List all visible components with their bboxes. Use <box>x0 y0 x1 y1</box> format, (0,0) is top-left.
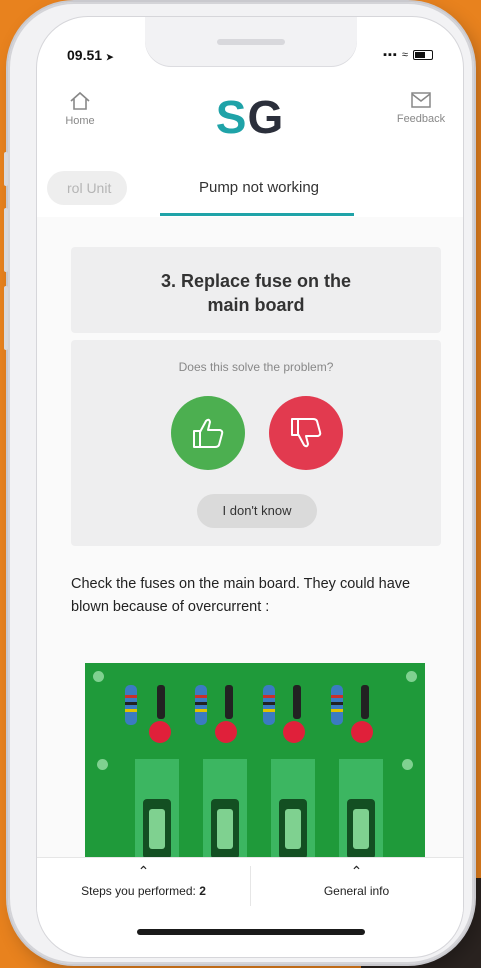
mute-switch <box>4 152 8 186</box>
thumbs-down-icon <box>291 418 322 448</box>
status-time: 09.51 ➤ <box>67 47 114 63</box>
steps-performed-count: 2 <box>199 884 206 898</box>
led <box>351 721 373 743</box>
breadcrumb-tabs: rol Unit Pump not working <box>37 165 463 218</box>
home-indicator[interactable] <box>137 929 365 935</box>
diode <box>361 685 369 719</box>
resistor <box>195 685 207 725</box>
question-card: Does this solve the problem? I don't kno… <box>71 340 441 546</box>
fuse-board-image <box>85 663 425 909</box>
chevron-up-icon: ⌃ <box>350 863 363 879</box>
thumbs-up-button[interactable] <box>171 396 245 470</box>
steps-performed-label: Steps you performed: <box>81 884 200 898</box>
active-tab-indicator <box>160 213 354 216</box>
logo-letter-s: S <box>215 91 248 143</box>
resistor <box>331 685 343 725</box>
thumbs-down-button[interactable] <box>269 396 343 470</box>
step-title: 3. Replace fuse on the main board <box>160 271 352 315</box>
question-text: Does this solve the problem? <box>178 360 334 374</box>
speaker-grille <box>217 39 285 45</box>
home-icon <box>70 91 90 110</box>
app-header: Home SG Feedback <box>37 91 463 155</box>
led <box>149 721 171 743</box>
app-logo: SG <box>216 91 284 143</box>
mount-hole <box>97 759 108 770</box>
bottom-bar: ⌃ Steps you performed: 2 ⌃ General info <box>37 857 463 914</box>
location-arrow-icon: ➤ <box>105 52 114 62</box>
status-icons: ▪▪▪ ≈ <box>383 49 433 61</box>
home-button[interactable]: Home <box>53 91 107 127</box>
dont-know-button[interactable]: I don't know <box>197 494 317 528</box>
app-screen: 09.51 ➤ ▪▪▪ ≈ Home SG Feedback rol Unit … <box>36 16 464 958</box>
general-info-label: General info <box>323 884 390 898</box>
volume-down-button <box>4 286 8 350</box>
diode <box>157 685 165 719</box>
step-description: Check the fuses on the main board. They … <box>71 576 411 615</box>
logo-letter-g: G <box>247 91 285 143</box>
resistor <box>263 685 275 725</box>
home-label: Home <box>65 115 95 127</box>
feedback-label: Feedback <box>396 113 446 125</box>
led <box>215 721 237 743</box>
diode <box>293 685 301 719</box>
status-bar: 09.51 ➤ ▪▪▪ ≈ <box>37 47 463 67</box>
main-content: 3. Replace fuse on the main board Does t… <box>37 217 463 909</box>
mount-hole <box>402 759 413 770</box>
diode <box>225 685 233 719</box>
mount-hole <box>93 671 104 682</box>
thumbs-up-icon <box>193 418 224 448</box>
cellular-signal-icon: ▪▪▪ <box>383 49 398 61</box>
tab-active[interactable]: Pump not working <box>165 179 353 196</box>
battery-icon <box>413 50 433 61</box>
step-card: 3. Replace fuse on the main board <box>71 247 441 333</box>
tab-previous[interactable]: rol Unit <box>47 171 128 205</box>
led <box>283 721 305 743</box>
resistor <box>125 685 137 725</box>
wifi-icon: ≈ <box>401 49 409 61</box>
steps-performed-button[interactable]: ⌃ Steps you performed: 2 <box>37 864 250 898</box>
volume-up-button <box>4 208 8 272</box>
envelope-icon <box>411 92 431 108</box>
mount-hole <box>406 671 417 682</box>
phone-frame: 09.51 ➤ ▪▪▪ ≈ Home SG Feedback rol Unit … <box>4 2 474 964</box>
chevron-up-icon: ⌃ <box>137 863 150 879</box>
general-info-button[interactable]: ⌃ General info <box>250 864 463 898</box>
feedback-button[interactable]: Feedback <box>389 91 453 125</box>
